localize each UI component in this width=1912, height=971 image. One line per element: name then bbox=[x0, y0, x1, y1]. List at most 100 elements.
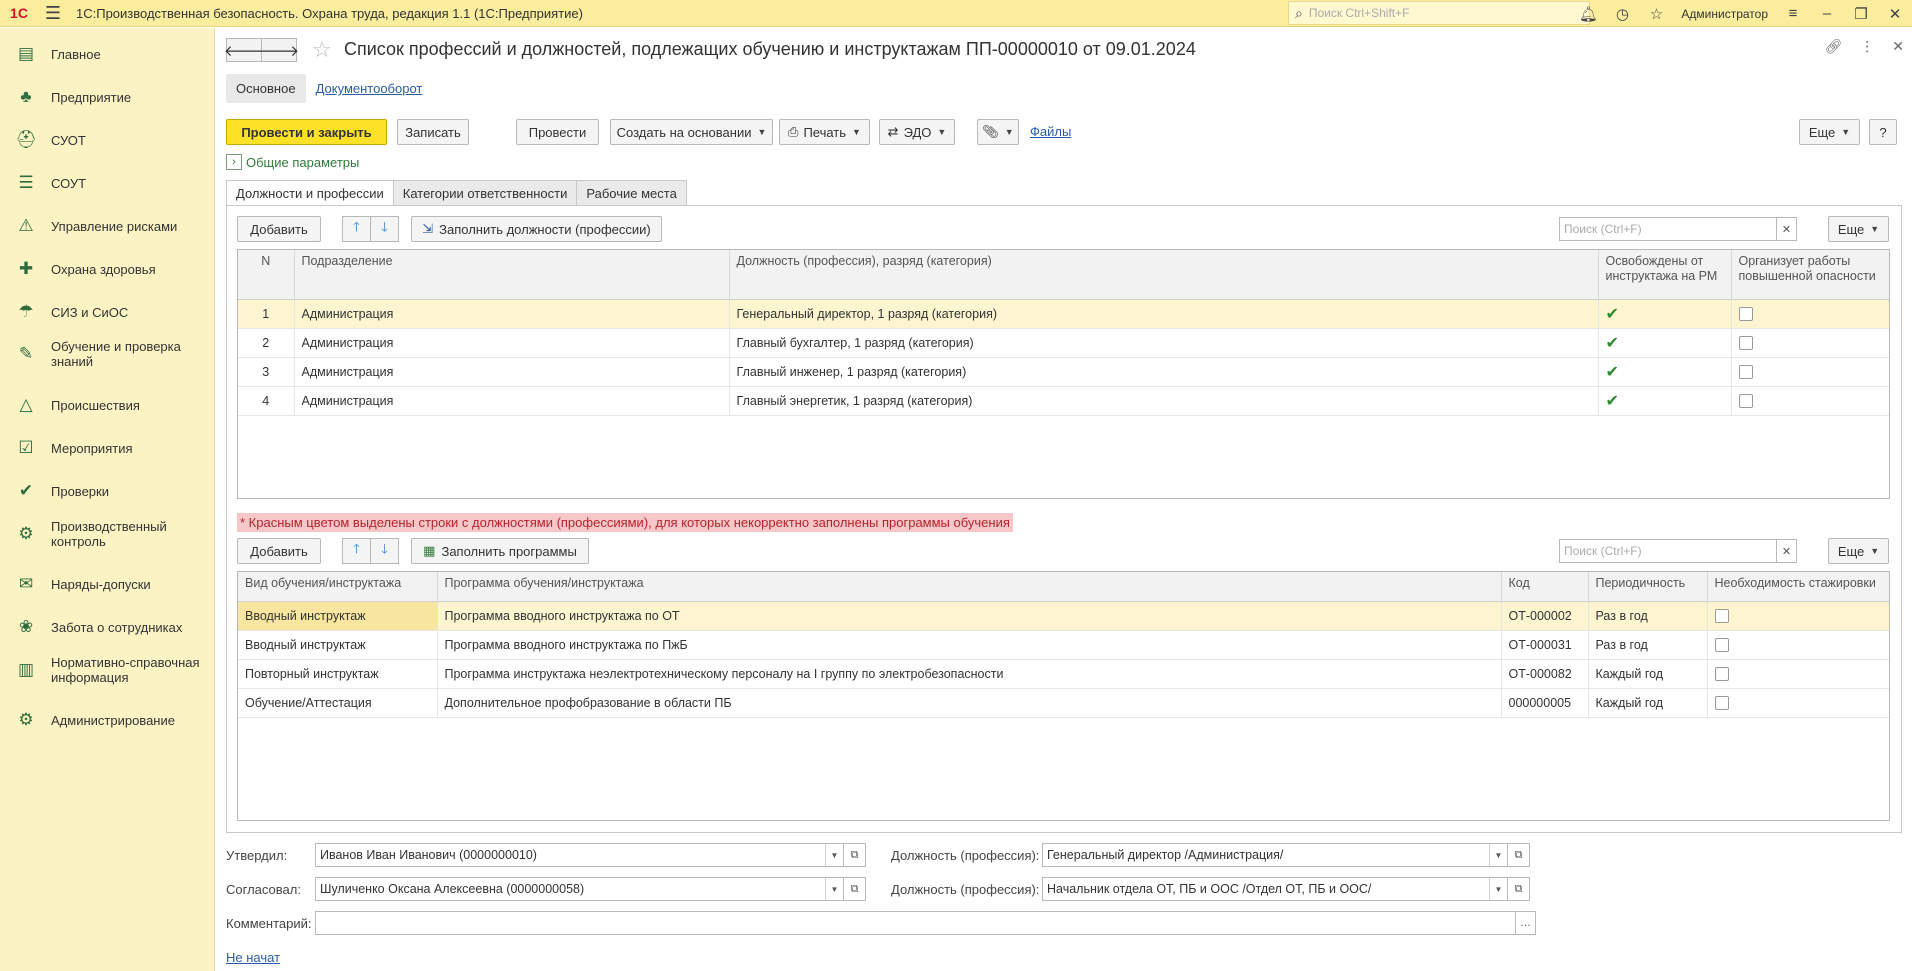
edo-button[interactable]: ⇄ ЭДО ▼ bbox=[879, 119, 955, 145]
move-down-icon[interactable]: 🡓 bbox=[370, 216, 399, 242]
add-position-button[interactable]: Добавить bbox=[237, 216, 321, 242]
hazard-checkbox[interactable] bbox=[1738, 364, 1753, 379]
move-up-icon[interactable]: 🡑 bbox=[342, 216, 371, 242]
main-menu-icon[interactable]: ☰ bbox=[38, 0, 68, 27]
table-row[interactable]: 3 Администрация Главный инженер, 1 разряд … bbox=[238, 357, 1889, 387]
approved-position-field[interactable]: Генеральный директор /Администрация/ ▼ ⧉ bbox=[1042, 843, 1530, 867]
cell-internship[interactable] bbox=[1707, 688, 1889, 718]
cell-hazard[interactable] bbox=[1731, 328, 1889, 358]
sidebar-item[interactable]: ✔ Проверки bbox=[0, 475, 215, 507]
sidebar-item[interactable]: ☂ СИЗ и СиОС bbox=[0, 296, 215, 328]
tab-positions[interactable]: Должности и профессии bbox=[226, 180, 394, 206]
tab-main[interactable]: Основное bbox=[226, 74, 306, 103]
sidebar-item[interactable]: ☑ Мероприятия bbox=[0, 432, 215, 464]
program-move-up-icon[interactable]: 🡑 bbox=[342, 538, 371, 564]
post-and-close-button[interactable]: Провести и закрыть bbox=[226, 119, 387, 145]
sidebar-item[interactable]: ⚙ Администрирование bbox=[0, 704, 215, 736]
current-user[interactable]: Администратор bbox=[1673, 7, 1776, 21]
clear-programs-search-icon[interactable]: ✕ bbox=[1776, 540, 1796, 562]
sidebar-item[interactable]: ⚠ Управление рисками bbox=[0, 210, 215, 242]
status-link[interactable]: Не начат bbox=[226, 950, 280, 965]
attachment-button[interactable]: 📎︎ ▼ bbox=[977, 119, 1019, 145]
general-params-toggle[interactable]: › Общие параметры bbox=[226, 154, 359, 170]
save-button[interactable]: Записать bbox=[397, 119, 469, 145]
cell-internship[interactable] bbox=[1707, 659, 1889, 689]
cell-program[interactable]: Программа инструктажа неэлектротехническ… bbox=[437, 659, 1502, 689]
cell-department[interactable]: Администрация bbox=[294, 386, 730, 416]
open-icon[interactable]: ⧉ bbox=[1507, 844, 1529, 866]
hazard-checkbox[interactable] bbox=[1738, 335, 1753, 350]
dropdown-icon[interactable]: ▼ bbox=[825, 844, 843, 866]
favorites-icon[interactable]: ☆ bbox=[1639, 0, 1673, 27]
cell-training-kind[interactable]: Обучение/Аттестация bbox=[238, 688, 438, 718]
create-based-on-button[interactable]: Создать на основании ▼ bbox=[610, 119, 773, 145]
cell-training-kind[interactable]: Вводный инструктаж bbox=[238, 630, 438, 660]
col-internship[interactable]: Необходимость стажировки bbox=[1707, 572, 1889, 602]
table-row[interactable]: Вводный инструктаж Программа вводного инс… bbox=[238, 630, 1889, 660]
global-search-input[interactable]: ⌕ Поиск Ctrl+Shift+F bbox=[1288, 1, 1590, 25]
cell-hazard[interactable] bbox=[1731, 386, 1889, 416]
table-row[interactable]: Обучение/Аттестация Дополнительное профоб… bbox=[238, 688, 1889, 718]
open-icon[interactable]: ⧉ bbox=[843, 844, 865, 866]
table-row[interactable]: Вводный инструктаж Программа вводного инс… bbox=[238, 601, 1889, 631]
fill-positions-button[interactable]: ⇲ Заполнить должности (профессии) bbox=[411, 216, 662, 242]
table-row[interactable]: 4 Администрация Главный энергетик, 1 разря… bbox=[238, 386, 1889, 416]
cell-hazard[interactable] bbox=[1731, 357, 1889, 387]
cell-internship[interactable] bbox=[1707, 601, 1889, 631]
dropdown-icon[interactable]: ▼ bbox=[1489, 844, 1507, 866]
close-window-icon[interactable]: ✕ bbox=[1878, 0, 1912, 27]
fill-programs-button[interactable]: ▦ Заполнить программы bbox=[411, 538, 589, 564]
approved-by-field[interactable]: Иванов Иван Иванович (0000000010) ▼ ⧉ bbox=[315, 843, 866, 867]
ellipsis-icon[interactable]: … bbox=[1515, 912, 1535, 934]
col-exempt[interactable]: Освобождены от инструктажа на РМ bbox=[1598, 250, 1732, 300]
forward-button[interactable]: 🡒 bbox=[259, 38, 299, 62]
minimize-icon[interactable]: – bbox=[1810, 0, 1844, 27]
col-program[interactable]: Программа обучения/инструктажа bbox=[437, 572, 1502, 602]
internship-checkbox[interactable] bbox=[1714, 695, 1729, 710]
dropdown-icon[interactable]: ▼ bbox=[1489, 878, 1507, 900]
favorite-star-icon[interactable]: ☆ bbox=[312, 37, 332, 63]
files-link[interactable]: Файлы bbox=[1030, 124, 1071, 139]
cell-position[interactable]: Главный бухгалтер, 1 разряд (категория) bbox=[729, 328, 1599, 358]
cell-exempt[interactable]: ✔ bbox=[1598, 299, 1732, 329]
col-training-kind[interactable]: Вид обучения/инструктажа bbox=[238, 572, 438, 602]
hazard-checkbox[interactable] bbox=[1738, 306, 1753, 321]
positions-more-button[interactable]: Еще ▼ bbox=[1828, 216, 1889, 242]
dropdown-icon[interactable]: ▼ bbox=[825, 878, 843, 900]
link-icon[interactable]: 🔗︎ bbox=[1824, 38, 1842, 55]
sidebar-item[interactable]: ✚ Охрана здоровья bbox=[0, 253, 215, 285]
help-button[interactable]: ? bbox=[1869, 119, 1897, 145]
cell-department[interactable]: Администрация bbox=[294, 357, 730, 387]
programs-more-button[interactable]: Еще ▼ bbox=[1828, 538, 1889, 564]
more-vertical-icon[interactable]: ⋮ bbox=[1860, 38, 1874, 55]
agreed-position-field[interactable]: Начальник отдела ОТ, ПБ и ООС /Отдел ОТ,… bbox=[1042, 877, 1530, 901]
cell-exempt[interactable]: ✔ bbox=[1598, 386, 1732, 416]
table-row[interactable]: 2 Администрация Главный бухгалтер, 1 разря… bbox=[238, 328, 1889, 358]
tab-workplaces[interactable]: Рабочие места bbox=[576, 180, 687, 206]
cell-training-kind[interactable]: Повторный инструктаж bbox=[238, 659, 438, 689]
col-position[interactable]: Должность (профессия), разряд (категория… bbox=[729, 250, 1599, 300]
sidebar-item[interactable]: ⛑ СУОТ bbox=[0, 124, 215, 156]
cell-position[interactable]: Генеральный директор, 1 разряд (категори… bbox=[729, 299, 1599, 329]
more-button[interactable]: Еще ▼ bbox=[1799, 119, 1860, 145]
cell-position[interactable]: Главный инженер, 1 разряд (категория) bbox=[729, 357, 1599, 387]
settings-menu-icon[interactable]: ≡ bbox=[1776, 0, 1810, 27]
col-hazard[interactable]: Организует работы повышенной опасности bbox=[1731, 250, 1889, 300]
agreed-by-field[interactable]: Шуличенко Оксана Алексеевна (0000000058)… bbox=[315, 877, 866, 901]
cell-department[interactable]: Администрация bbox=[294, 299, 730, 329]
bell-icon[interactable]: 🔔︎ bbox=[1571, 0, 1605, 27]
cell-training-kind[interactable]: Вводный инструктаж bbox=[238, 601, 438, 631]
cell-program[interactable]: Программа вводного инструктажа по ОТ bbox=[437, 601, 1502, 631]
comment-field[interactable]: … bbox=[315, 911, 1536, 935]
sidebar-item[interactable]: ✉ Наряды-допуски bbox=[0, 568, 215, 600]
internship-checkbox[interactable] bbox=[1714, 637, 1729, 652]
internship-checkbox[interactable] bbox=[1714, 608, 1729, 623]
add-program-button[interactable]: Добавить bbox=[237, 538, 321, 564]
cell-exempt[interactable]: ✔ bbox=[1598, 328, 1732, 358]
hazard-checkbox[interactable] bbox=[1738, 393, 1753, 408]
sidebar-item[interactable]: ✎ Обучение и проверка знаний bbox=[0, 338, 215, 370]
cell-department[interactable]: Администрация bbox=[294, 328, 730, 358]
restore-icon[interactable]: ❐ bbox=[1844, 0, 1878, 27]
col-n[interactable]: N bbox=[238, 250, 295, 300]
table-row[interactable]: Повторный инструктаж Программа инструктаж… bbox=[238, 659, 1889, 689]
